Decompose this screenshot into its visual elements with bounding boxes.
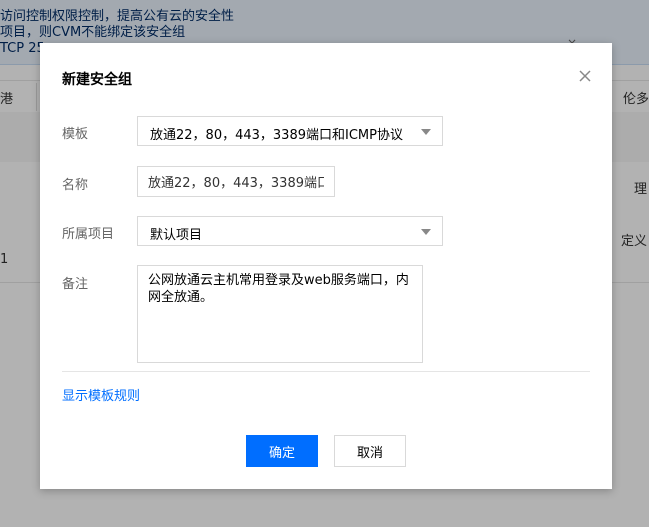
project-label: 所属项目 bbox=[62, 227, 115, 242]
create-security-group-dialog: 新建安全组 模板 放通22，80，443，3389端口和ICMP协议 名称 所属… bbox=[40, 43, 612, 489]
close-icon[interactable] bbox=[578, 69, 592, 83]
name-input[interactable] bbox=[137, 166, 335, 197]
divider bbox=[62, 371, 590, 372]
cancel-button[interactable]: 取消 bbox=[334, 435, 406, 467]
chevron-down-icon bbox=[421, 229, 431, 235]
project-select[interactable]: 默认项目 bbox=[137, 216, 443, 246]
remark-textarea[interactable]: 公网放通云主机常用登录及web服务端口，内网全放通。 bbox=[137, 265, 423, 363]
template-label: 模板 bbox=[62, 127, 89, 142]
remark-label: 备注 bbox=[62, 277, 89, 292]
template-select-value: 放通22，80，443，3389端口和ICMP协议 bbox=[150, 128, 403, 143]
chevron-down-icon bbox=[421, 129, 431, 135]
show-template-rules-link[interactable]: 显示模板规则 bbox=[62, 385, 140, 404]
template-select[interactable]: 放通22，80，443，3389端口和ICMP协议 bbox=[137, 116, 443, 146]
project-select-value: 默认项目 bbox=[150, 228, 203, 243]
confirm-button[interactable]: 确定 bbox=[246, 435, 318, 467]
name-label: 名称 bbox=[62, 178, 89, 193]
dialog-title: 新建安全组 bbox=[62, 72, 132, 88]
